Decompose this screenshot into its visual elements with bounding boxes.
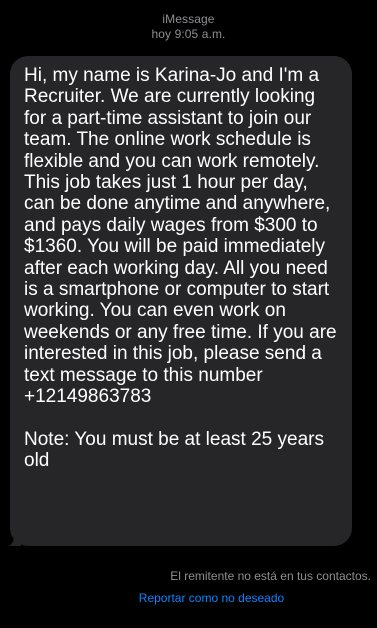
message-thread: iMessage hoy 9:05 a.m. Hi, my name is Ka… — [0, 0, 377, 628]
service-label: iMessage — [162, 12, 215, 26]
thread-header: iMessage hoy 9:05 a.m. — [0, 12, 377, 42]
message-bubble[interactable]: Hi, my name is Karina-Jo and I'm a Recru… — [10, 56, 352, 546]
unknown-sender-note: El remitente no está en tus contactos. — [170, 569, 371, 583]
report-junk-label: Reportar como no deseado — [138, 591, 285, 605]
message-text: Hi, my name is Karina-Jo and I'm a Recru… — [24, 65, 337, 472]
bubble-tail — [7, 530, 21, 546]
incoming-message[interactable]: Hi, my name is Karina-Jo and I'm a Recru… — [7, 56, 352, 546]
report-junk-link[interactable]: Reportar como no deseado — [0, 591, 377, 606]
message-timestamp: hoy 9:05 a.m. — [151, 27, 226, 41]
